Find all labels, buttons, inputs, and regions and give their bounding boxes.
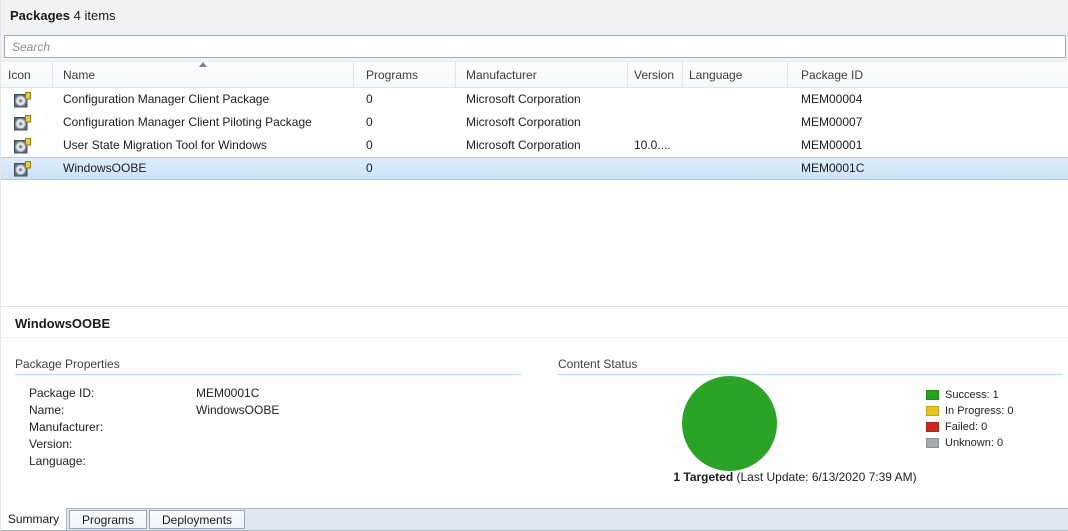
tab-deployments[interactable]: Deployments xyxy=(149,510,246,529)
cell-name: WindowsOOBE xyxy=(63,161,147,175)
property-label: Name: xyxy=(29,403,65,417)
details-title: WindowsOOBE xyxy=(15,316,111,331)
column-header-version[interactable]: Version xyxy=(628,62,683,87)
cell-manufacturer: Microsoft Corporation xyxy=(466,138,581,152)
table-header: Icon Name Programs Manufacturer Version … xyxy=(1,61,1068,88)
package-icon xyxy=(14,91,31,107)
cell-manufacturer: Microsoft Corporation xyxy=(466,92,581,106)
cell-package-id: MEM00004 xyxy=(801,92,863,106)
column-header-programs[interactable]: Programs xyxy=(354,62,456,87)
details-tab-bar: Summary Programs Deployments xyxy=(1,508,1068,531)
cell-package-id: MEM00007 xyxy=(801,115,863,129)
legend-item-unknown: Unknown: 0 xyxy=(926,435,1013,451)
column-header-manufacturer[interactable]: Manufacturer xyxy=(456,62,628,87)
legend-item-success: Success: 1 xyxy=(926,387,1013,403)
details-title-divider xyxy=(1,337,1068,338)
cell-language xyxy=(683,111,788,134)
legend-item-failed: Failed: 0 xyxy=(926,419,1013,435)
unknown-swatch-icon xyxy=(926,438,939,448)
column-header-icon[interactable]: Icon xyxy=(1,62,53,87)
property-value: WindowsOOBE xyxy=(196,403,280,417)
property-value: MEM0001C xyxy=(196,386,260,400)
package-properties-heading: Package Properties xyxy=(15,357,120,371)
cell-manufacturer xyxy=(456,157,628,180)
cell-name: Configuration Manager Client Package xyxy=(63,92,270,106)
column-header-language[interactable]: Language xyxy=(683,62,788,87)
cell-version xyxy=(628,88,683,111)
success-swatch-icon xyxy=(926,390,939,400)
table-row[interactable]: User State Migration Tool for Windows 0 … xyxy=(1,134,1068,157)
cell-version: 10.0.... xyxy=(634,138,671,152)
packages-view: Packages 4 items Icon Name Programs Manu… xyxy=(0,0,1068,531)
table-row-selected[interactable]: WindowsOOBE 0 MEM0001C xyxy=(1,157,1068,180)
property-label: Package ID: xyxy=(29,386,95,400)
cell-manufacturer: Microsoft Corporation xyxy=(466,115,581,129)
sort-ascending-icon xyxy=(199,62,207,67)
cell-version xyxy=(628,157,683,180)
package-icon xyxy=(14,160,31,176)
table-row[interactable]: Configuration Manager Client Piloting Pa… xyxy=(1,111,1068,134)
page-title-name: Packages xyxy=(10,8,70,23)
cell-programs: 0 xyxy=(366,115,373,129)
cell-package-id: MEM00001 xyxy=(801,138,863,152)
property-value xyxy=(196,419,279,436)
tab-programs[interactable]: Programs xyxy=(69,510,148,529)
page-title-count: 4 items xyxy=(73,8,116,23)
content-status-legend: Success: 1 In Progress: 0 Failed: 0 Unkn… xyxy=(926,387,1013,451)
content-status-pie-chart xyxy=(682,376,777,471)
cell-package-id: MEM0001C xyxy=(801,161,865,175)
package-properties-list: Package ID: MEM0001C Name: WindowsOOBE M… xyxy=(29,385,279,470)
package-icon xyxy=(14,114,31,130)
package-list: Configuration Manager Client Package 0 M… xyxy=(1,88,1068,180)
page-title: Packages 4 items xyxy=(10,8,116,23)
property-label: Version: xyxy=(29,437,73,451)
list-header-band: Packages 4 items xyxy=(1,0,1068,61)
table-row[interactable]: Configuration Manager Client Package 0 M… xyxy=(1,88,1068,111)
failed-swatch-icon xyxy=(926,422,939,432)
search-input[interactable] xyxy=(4,35,1066,58)
content-status-divider xyxy=(558,374,1063,375)
legend-item-in-progress: In Progress: 0 xyxy=(926,403,1013,419)
details-pane: WindowsOOBE Package Properties Content S… xyxy=(1,307,1068,508)
package-icon xyxy=(14,137,31,153)
in-progress-swatch-icon xyxy=(926,406,939,416)
cell-language xyxy=(683,88,788,111)
targeted-status-text: 1 Targeted (Last Update: 6/13/2020 7:39 … xyxy=(673,470,917,484)
property-value xyxy=(196,436,279,453)
column-header-name[interactable]: Name xyxy=(53,62,354,87)
property-value xyxy=(196,453,279,470)
property-label: Language: xyxy=(29,454,86,468)
package-properties-divider xyxy=(15,374,521,375)
cell-name: User State Migration Tool for Windows xyxy=(63,138,267,152)
cell-language xyxy=(683,157,788,180)
tab-summary[interactable]: Summary xyxy=(1,508,67,530)
cell-programs: 0 xyxy=(366,138,373,152)
content-status-heading: Content Status xyxy=(558,357,638,371)
property-label: Manufacturer: xyxy=(29,420,104,434)
cell-language xyxy=(683,134,788,157)
cell-version xyxy=(628,111,683,134)
cell-name: Configuration Manager Client Piloting Pa… xyxy=(63,115,312,129)
cell-programs: 0 xyxy=(366,92,373,106)
column-header-package-id[interactable]: Package ID xyxy=(788,62,1068,87)
cell-programs: 0 xyxy=(366,161,373,175)
